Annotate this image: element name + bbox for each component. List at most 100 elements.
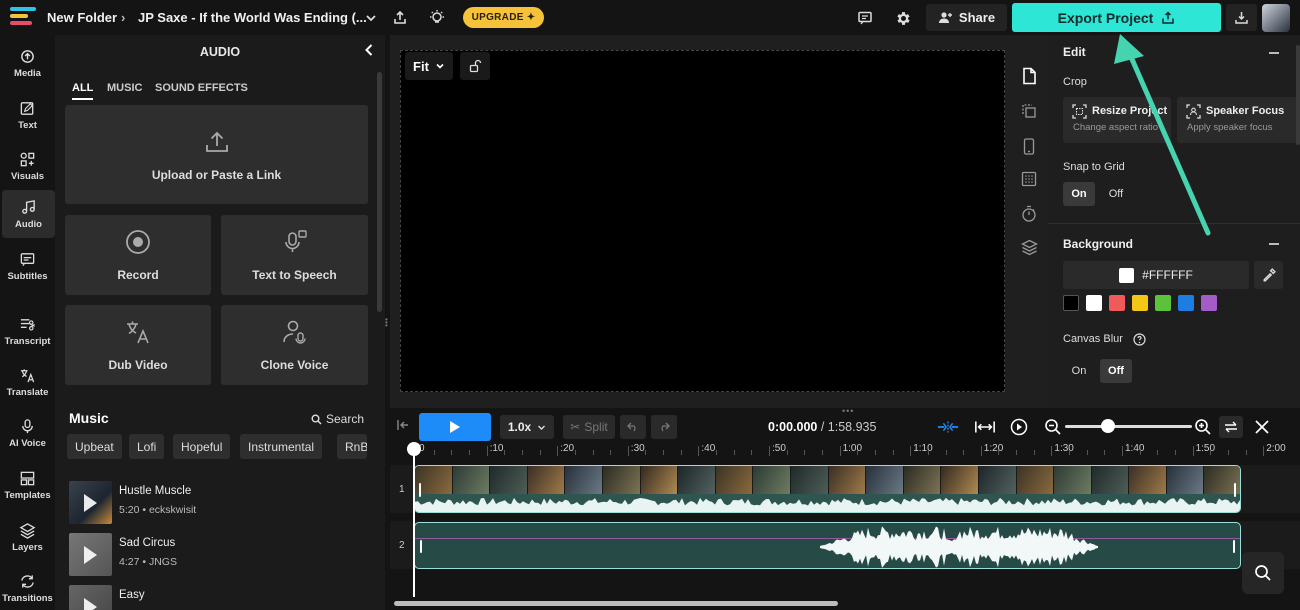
floating-search-button[interactable] [1242, 552, 1284, 594]
color-swatch[interactable] [1063, 295, 1079, 311]
color-swatch[interactable] [1178, 295, 1194, 311]
rail-item-translate[interactable]: Translate [0, 358, 55, 406]
text-to-speech-button[interactable]: Text to Speech [221, 215, 368, 295]
record-button[interactable]: Record [65, 215, 211, 295]
mobile-preview-icon[interactable] [1018, 135, 1040, 157]
playhead-line[interactable] [413, 452, 415, 597]
collapse-timeline-icon[interactable] [396, 418, 410, 435]
dub-video-button[interactable]: Dub Video [65, 305, 211, 385]
zoom-in-icon[interactable] [1192, 417, 1214, 437]
chevron-down-icon[interactable] [359, 6, 383, 30]
music-track-item[interactable]: Easy [69, 585, 379, 610]
tab-sound-effects[interactable]: SOUND EFFECTS [155, 82, 248, 94]
chip-lofi[interactable]: Lofi [129, 434, 165, 459]
chip-upbeat[interactable]: Upbeat [67, 434, 122, 459]
lightbulb-icon[interactable] [425, 6, 449, 30]
comments-icon[interactable] [853, 6, 877, 30]
ruler-minor-tick [1227, 450, 1229, 455]
panel-resize-handle-icon[interactable]: • • • [385, 316, 388, 330]
tab-music[interactable]: MUSIC [107, 82, 142, 94]
playback-loop-icon[interactable] [1008, 417, 1030, 437]
rail-item-templates[interactable]: Templates [0, 461, 55, 509]
snap-on-toggle[interactable]: On [1063, 182, 1095, 206]
rail-item-transitions[interactable]: Transitions [0, 564, 55, 610]
layers-stack-icon[interactable] [1018, 236, 1040, 258]
play-button[interactable] [419, 413, 491, 441]
aspect-lock-button[interactable] [460, 52, 490, 80]
timeline-resize-handle-icon[interactable]: ••• [842, 406, 854, 416]
video-clip[interactable] [414, 465, 1241, 513]
grid-pattern-icon[interactable] [1018, 168, 1040, 190]
timer-icon[interactable] [1018, 202, 1040, 224]
clone-voice-button[interactable]: Clone Voice [221, 305, 368, 385]
music-track-item[interactable]: Hustle Muscle 5:20 • eckskwisit [69, 481, 379, 529]
canvas-blur-on-toggle[interactable]: On [1063, 359, 1095, 383]
collapse-background-minus-icon[interactable] [1269, 243, 1279, 245]
rail-item-subtitles[interactable]: Subtitles [0, 242, 55, 290]
timeline-horizontal-scrollbar[interactable] [394, 601, 838, 606]
music-note-icon [22, 199, 35, 214]
panel-scrollbar[interactable] [377, 72, 382, 312]
rail-item-text[interactable]: Text [0, 91, 55, 139]
tab-all[interactable]: ALL [72, 82, 94, 100]
timeline-ruler[interactable]: 0:10:20:30:40:50 1:00 1:10 1:20 1:30 1:40 1:50… [0, 0, 1300, 456]
breadcrumb-folder[interactable]: New Folder [47, 10, 117, 25]
fit-zoom-dropdown[interactable]: Fit [405, 52, 453, 80]
track-thumbnail[interactable] [69, 481, 112, 524]
rail-item-ai-voice[interactable]: AI Voice [0, 409, 55, 457]
color-swatch[interactable] [1132, 295, 1148, 311]
rail-item-transcript[interactable]: Transcript [0, 307, 55, 355]
share-upload-icon[interactable] [388, 6, 412, 30]
download-button[interactable] [1226, 4, 1257, 31]
track-thumbnail[interactable] [69, 533, 112, 576]
playhead-handle[interactable] [407, 442, 421, 456]
video-canvas[interactable] [400, 50, 1005, 392]
clip-trim-handle-left[interactable] [420, 540, 422, 553]
rail-item-audio[interactable]: Audio [2, 190, 55, 238]
upgrade-button[interactable]: UPGRADE ✦ [463, 7, 544, 28]
fit-timeline-icon[interactable] [974, 417, 996, 437]
chip-hopeful[interactable]: Hopeful [173, 434, 231, 459]
help-question-icon[interactable] [1133, 333, 1146, 349]
color-swatch[interactable] [1086, 295, 1102, 311]
music-track-item[interactable]: Sad Circus 4:27 • JNGS [69, 533, 379, 581]
undo-button[interactable] [620, 415, 646, 439]
zoom-out-icon[interactable] [1042, 417, 1064, 437]
share-button[interactable]: Share [926, 4, 1007, 31]
magnet-snap-icon[interactable] [937, 417, 959, 437]
rail-item-media[interactable]: Media [0, 39, 55, 87]
document-properties-icon[interactable] [1018, 65, 1040, 87]
redo-button[interactable] [651, 415, 677, 439]
chip-rnb[interactable]: RnB [337, 434, 367, 459]
app-logo-icon[interactable] [10, 7, 36, 27]
breadcrumb-project-title[interactable]: JP Saxe - If the World Was Ending (... [138, 10, 367, 25]
close-timeline-icon[interactable] [1251, 417, 1273, 437]
collapse-panel-chevron-icon[interactable] [363, 43, 375, 60]
zoom-slider-track[interactable] [1065, 425, 1192, 428]
user-avatar[interactable] [1262, 4, 1290, 32]
canvas-blur-off-toggle[interactable]: Off [1100, 359, 1132, 383]
split-button[interactable]: ✂ Split [563, 415, 615, 439]
playback-speed-dropdown[interactable]: 1.0x [500, 415, 554, 439]
clip-trim-handle-right[interactable] [1234, 483, 1236, 497]
track-thumbnail[interactable] [69, 585, 112, 610]
color-swatch[interactable] [1201, 295, 1217, 311]
music-search-button[interactable]: Search [311, 412, 364, 426]
clip-trim-handle-right[interactable] [1233, 540, 1235, 553]
clip-trim-handle-left[interactable] [419, 483, 421, 497]
upload-or-paste-link-button[interactable]: Upload or Paste a Link [65, 105, 368, 204]
collapse-edit-minus-icon[interactable] [1269, 52, 1279, 54]
track-title: Hustle Muscle [119, 485, 192, 497]
color-swatch[interactable] [1155, 295, 1171, 311]
color-swatch[interactable] [1109, 295, 1125, 311]
edit-panel-scrollbar[interactable] [1296, 45, 1300, 145]
chip-instrumental[interactable]: Instrumental [240, 434, 323, 459]
background-color-field[interactable]: #FFFFFF [1063, 261, 1249, 289]
rail-item-visuals[interactable]: Visuals [0, 142, 55, 190]
swap-tracks-button[interactable] [1219, 416, 1243, 438]
settings-gear-icon[interactable] [891, 6, 915, 30]
eyedropper-button[interactable] [1254, 261, 1283, 289]
audio-clip[interactable] [414, 522, 1241, 569]
rail-item-layers[interactable]: Layers [0, 513, 55, 561]
copy-layers-icon[interactable] [1018, 100, 1040, 122]
